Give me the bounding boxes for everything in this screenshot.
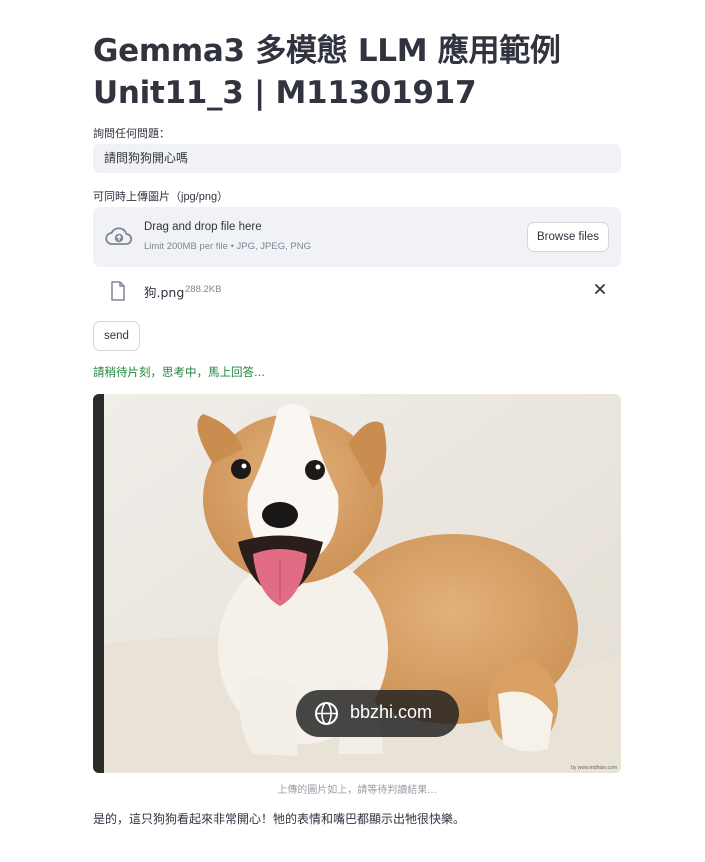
title-line-2: Unit11_3 | M11301917	[93, 75, 477, 111]
dropzone-limit: Limit 200MB per file • JPG, JPEG, PNG	[144, 241, 311, 252]
status-message: 請稍待片刻，思考中，馬上回答...	[93, 365, 265, 379]
file-icon	[111, 281, 125, 301]
answer-text: 是的，這只狗狗看起來非常開心！牠的表情和嘴巴都顯示出牠很快樂。	[93, 812, 466, 826]
file-size: 288.2KB	[185, 284, 222, 295]
uploaded-image: bbzhi.com by www.mdhian.com	[93, 394, 621, 773]
image-credit: by www.mdhian.com	[571, 765, 617, 771]
question-label: 詢問任何問題：	[93, 128, 170, 140]
watermark-text: bbzhi.com	[350, 702, 433, 722]
title-line-1: Gemma3 多模態 LLM 應用範例	[93, 33, 561, 69]
cloud-upload-icon	[105, 227, 133, 245]
file-name: 狗.png	[144, 285, 185, 300]
image-left-border	[93, 394, 104, 773]
dropzone-instructions: Drag and drop file here	[144, 221, 262, 233]
close-icon[interactable]	[593, 282, 607, 296]
image-caption: 上傳的圖片如上，請等待判讀結果...	[277, 785, 437, 796]
uploader-label: 可同時上傳圖片（jpg/png）	[93, 191, 229, 203]
file-dropzone[interactable]: Drag and drop file here Limit 200MB per …	[93, 207, 621, 267]
watermark-badge: bbzhi.com	[296, 690, 459, 737]
send-button[interactable]: send	[93, 321, 140, 351]
globe-icon	[315, 702, 338, 725]
page-title: Gemma3 多模態 LLM 應用範例 Unit11_3 | M11301917	[93, 30, 633, 114]
question-input[interactable]: 請問狗狗開心嗎	[93, 144, 621, 173]
uploaded-file: 狗.png 288.2KB	[93, 278, 621, 304]
browse-files-button[interactable]: Browse files	[527, 222, 609, 252]
